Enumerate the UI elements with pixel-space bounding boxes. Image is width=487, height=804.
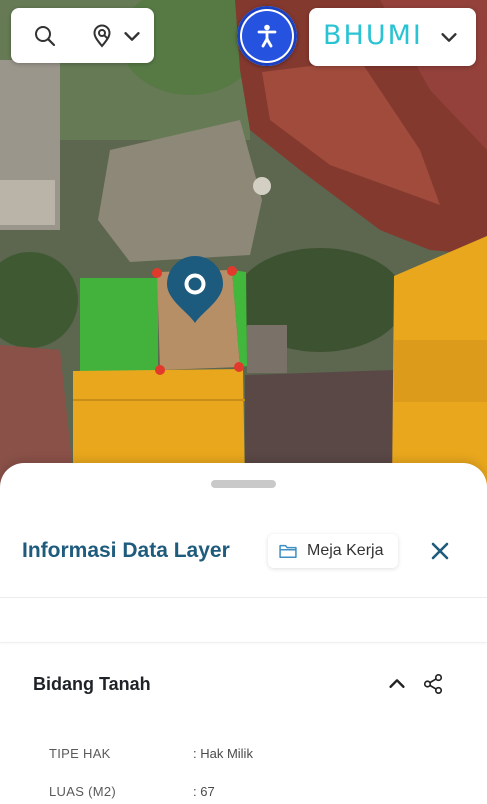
close-icon[interactable]: [431, 542, 449, 560]
chevron-down-icon[interactable]: [438, 26, 460, 48]
accessibility-icon: [257, 24, 277, 48]
accessibility-button[interactable]: [237, 6, 297, 66]
info-bottom-sheet: Informasi Data Layer Meja Kerja Bidang T…: [0, 463, 487, 804]
search-icon[interactable]: [33, 24, 57, 48]
satellite-map-canvas[interactable]: [0, 0, 487, 490]
map-building-roof: [247, 325, 287, 373]
panel-title: Informasi Data Layer: [22, 539, 230, 562]
workspace-button[interactable]: Meja Kerja: [268, 534, 398, 568]
section-title: Bidang Tanah: [33, 674, 151, 694]
workspace-button-label: Meja Kerja: [307, 542, 384, 559]
chevron-up-icon[interactable]: [386, 673, 408, 695]
attribute-value: : Hak Milik: [193, 746, 253, 761]
parcel-vertex[interactable]: [234, 362, 244, 372]
app-switcher[interactable]: BHUMI: [309, 8, 476, 66]
parcel-vertex[interactable]: [155, 365, 165, 375]
land-parcel-green[interactable]: [80, 278, 158, 371]
map-building-roof: [0, 180, 55, 225]
chevron-down-icon[interactable]: [121, 25, 143, 47]
location-search-icon[interactable]: [91, 23, 115, 49]
map-view[interactable]: [0, 0, 487, 490]
attribute-value: : 67: [193, 784, 215, 799]
bhumi-logo: BHUMI: [323, 20, 423, 51]
tab-bar-divider: [0, 642, 487, 643]
map-roof-detail: [253, 177, 271, 195]
folder-icon: [279, 544, 297, 558]
attribute-label: TIPE HAK: [49, 746, 111, 761]
parcel-boundary-line: [73, 399, 245, 401]
sheet-drag-handle[interactable]: [211, 480, 276, 488]
parcel-vertex[interactable]: [227, 266, 237, 276]
parcel-vertex[interactable]: [152, 268, 162, 278]
attribute-label: LUAS (M2): [49, 784, 116, 799]
share-icon[interactable]: [422, 673, 444, 695]
map-tools-box: [11, 8, 154, 63]
header-divider: [0, 597, 487, 598]
land-parcel-orange-band: [394, 340, 487, 402]
